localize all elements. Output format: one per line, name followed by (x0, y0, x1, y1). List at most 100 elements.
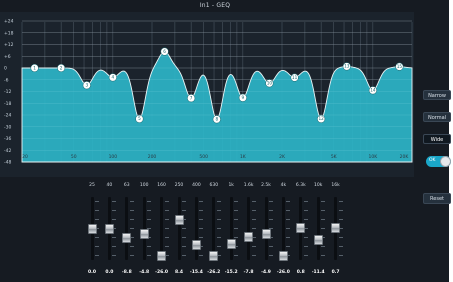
band-marker-14[interactable]: 14 (368, 86, 377, 95)
wide-button[interactable]: Wide (423, 134, 451, 144)
band-slider-thumb-15[interactable] (331, 222, 341, 233)
slider-tick (303, 210, 308, 211)
band-marker-13[interactable]: 13 (342, 62, 351, 71)
eq-graph[interactable]: +24 +18 +12 +6 0 -6 -12 -18 -24 -30 -36 -42 -48 20 50 1… (0, 12, 414, 177)
band-marker-number: 10 (267, 81, 273, 86)
slider-tick (286, 201, 291, 202)
slider-tick (112, 210, 117, 211)
slider-tick (321, 228, 326, 229)
slider-tick (234, 201, 239, 202)
band-marker-number: 5 (138, 116, 141, 121)
slider-tick (147, 201, 152, 202)
slider-tick (251, 201, 256, 202)
band-slider-track[interactable] (177, 197, 181, 260)
slider-tick (216, 219, 221, 220)
slider-tick (303, 201, 308, 202)
band-slider-thumb-9[interactable] (226, 239, 236, 250)
slider-tick (234, 237, 239, 238)
toggle-track[interactable]: OK (426, 156, 451, 167)
band-slider-thumb-1[interactable] (87, 223, 97, 234)
band-marker-1[interactable]: 1 (30, 63, 39, 73)
slider-tick (338, 237, 343, 238)
band-marker-number: 9 (242, 95, 245, 100)
slider-tick (269, 210, 273, 211)
slider-tick (216, 228, 221, 229)
slider-tick (234, 228, 239, 229)
db-label: -6 (4, 77, 9, 83)
slider-tick (338, 210, 343, 211)
band-slider-track[interactable] (247, 197, 251, 260)
band-slider-thumb-8[interactable] (209, 251, 219, 261)
band-slider-thumb-4[interactable] (139, 228, 149, 239)
slider-tick (251, 210, 256, 211)
band-frequency-label: 160 (157, 183, 166, 188)
band-slider-thumb-3[interactable] (122, 232, 132, 243)
slider-tick (269, 255, 273, 256)
band-slider-thumb-10[interactable] (244, 231, 254, 242)
slider-tick (112, 246, 117, 247)
band-frequency-label: 16k (331, 183, 340, 188)
band-slider-track[interactable] (194, 197, 198, 260)
band-marker-11[interactable]: 11 (290, 73, 299, 82)
slider-tick (182, 228, 186, 229)
band-marker-12[interactable]: 12 (317, 114, 326, 123)
db-label: +18 (4, 30, 14, 36)
band-slider-thumb-14[interactable] (313, 235, 323, 246)
band-marker-3[interactable]: 3 (82, 81, 91, 90)
toggle-knob[interactable] (440, 156, 451, 167)
enable-toggle[interactable]: OK (426, 156, 451, 167)
slider-tick (182, 246, 186, 247)
slider-tick (303, 246, 308, 247)
freq-axis-label: 50 (71, 154, 77, 160)
band-slider-track[interactable] (125, 197, 129, 260)
band-marker-4[interactable]: 4 (108, 73, 117, 82)
band-slider-thumb-6[interactable] (174, 214, 184, 225)
band-gain-value: -26.0 (155, 270, 169, 275)
band-slider-thumb-12[interactable] (278, 250, 288, 261)
band-marker-2[interactable]: 2 (57, 63, 66, 73)
band-marker-number: 13 (344, 64, 350, 69)
band-gain-value: -8.8 (121, 270, 132, 275)
slider-tick (199, 237, 204, 238)
band-slider-track[interactable] (229, 197, 233, 260)
band-slider-thumb-2[interactable] (104, 223, 114, 234)
band-frequency-label: 25 (89, 183, 95, 188)
band-marker-10[interactable]: 10 (265, 79, 274, 88)
band-marker-15[interactable]: 15 (395, 62, 404, 71)
slider-tick (216, 237, 221, 238)
band-frequency-label: 2.5k (261, 183, 271, 188)
db-label: -24 (4, 113, 11, 119)
slider-tick (182, 237, 186, 238)
slider-tick (129, 219, 134, 220)
band-marker-8[interactable]: 8 (212, 115, 221, 124)
slider-tick (286, 237, 291, 238)
db-label: +12 (4, 42, 14, 48)
band-slider-thumb-11[interactable] (261, 228, 271, 239)
band-marker-number: 1 (33, 65, 36, 70)
slider-tick (199, 201, 204, 202)
band-frequency-label: 250 (174, 183, 184, 188)
band-gain-value: 0.0 (105, 270, 114, 275)
band-slider-thumb-13[interactable] (296, 222, 306, 233)
band-slider-thumb-7[interactable] (191, 239, 201, 250)
narrow-button[interactable]: Narrow (423, 90, 451, 100)
slider-tick (182, 201, 186, 202)
band-slider-track[interactable] (316, 197, 320, 260)
normal-button[interactable]: Normal (423, 112, 451, 122)
slider-tick (303, 219, 308, 220)
slider-tick (112, 237, 117, 238)
db-label: +24 (4, 19, 14, 25)
band-marker-9[interactable]: 9 (238, 93, 247, 102)
band-marker-7[interactable]: 7 (187, 94, 196, 103)
band-marker-number: 14 (370, 88, 376, 93)
band-gain-value: -4.8 (139, 270, 150, 275)
band-marker-6[interactable]: 6 (160, 47, 169, 56)
db-label: -18 (4, 101, 11, 107)
band-marker-5[interactable]: 5 (135, 114, 144, 123)
band-frequency-label: 100 (139, 183, 149, 188)
band-slider-thumb-5[interactable] (157, 250, 167, 261)
slider-tick (164, 246, 169, 247)
eq-graph-svg[interactable]: +24 +18 +12 +6 0 -6 -12 -18 -24 -30 -36 -42 -48 20 50 1… (0, 12, 414, 177)
reset-button[interactable]: Reset (423, 193, 451, 204)
slider-tick (216, 201, 221, 202)
